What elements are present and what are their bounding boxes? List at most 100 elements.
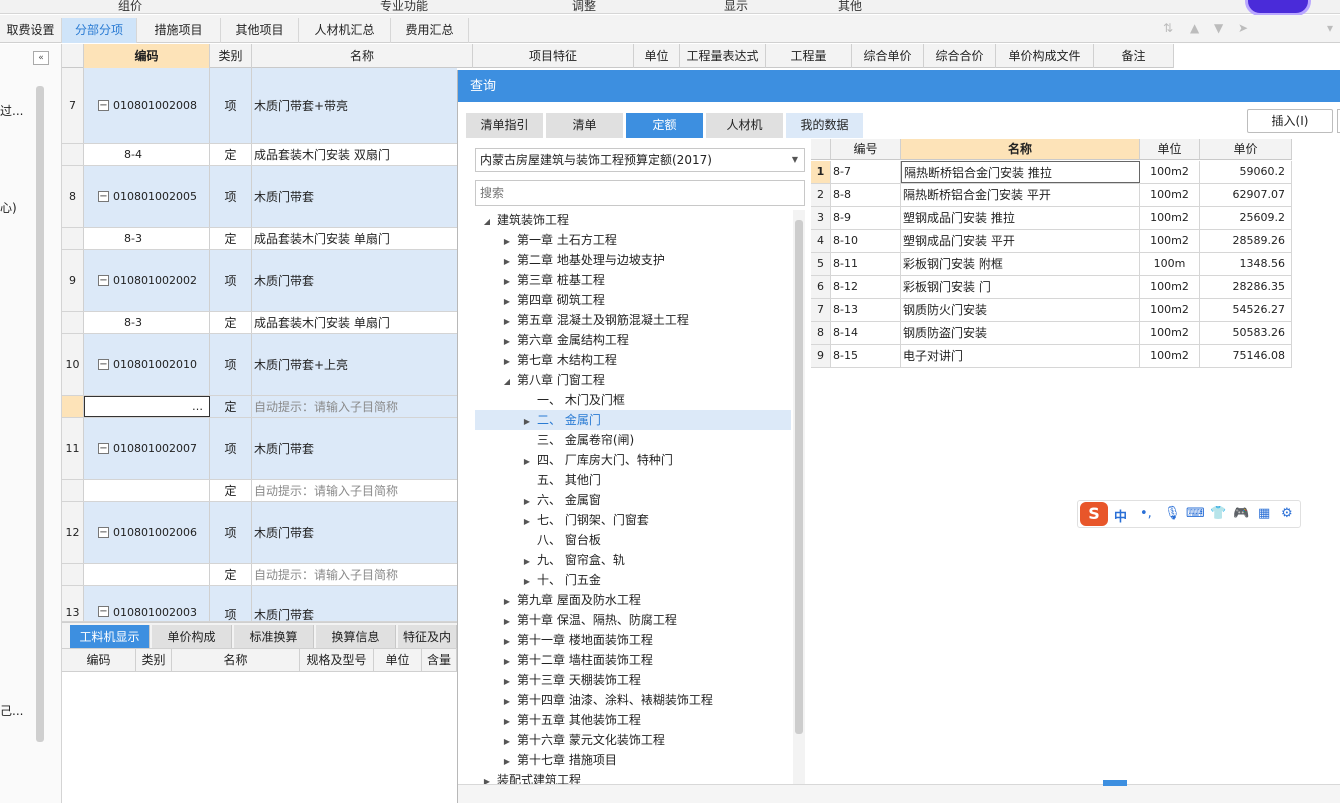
collapsed-arrow-icon[interactable]: ▶ — [521, 552, 533, 572]
result-row[interactable]: 5 8-11 彩板钢门安装 附框 100m 1348.56 — [811, 253, 1292, 276]
tree-node[interactable]: ▶ 第二章 地基处理与边坡支护 — [475, 250, 791, 270]
tree-scrollbar-thumb[interactable] — [795, 220, 803, 734]
bcol-type[interactable]: 类别 — [136, 649, 172, 671]
search-input[interactable] — [475, 180, 805, 206]
tab-division-items[interactable]: 分部分项 — [62, 18, 137, 43]
tree-node[interactable]: ▶ 四、 厂库房大门、特种门 — [475, 450, 791, 470]
collapse-icon[interactable]: − — [98, 100, 109, 111]
quota-library-select[interactable]: 内蒙古房屋建筑与装饰工程预算定额(2017) ▼ — [475, 148, 805, 172]
collapsed-arrow-icon[interactable]: ▶ — [501, 332, 513, 352]
result-row[interactable]: 8 8-14 钢质防盗门安装 100m2 50583.26 — [811, 322, 1292, 345]
tree-node[interactable]: ▶ 九、 窗帘盒、轨 — [475, 550, 791, 570]
more-icon[interactable]: ▾ — [1327, 21, 1339, 35]
tree-node[interactable]: ▶ 二、 金属门 — [475, 410, 791, 430]
bcol-unit[interactable]: 单位 — [374, 649, 422, 671]
table-row-active[interactable]: … 定 自动提示：请输入子目简称 — [62, 396, 457, 418]
rcol-name[interactable]: 名称 — [901, 139, 1140, 160]
table-row[interactable]: 9 −010801002002 项 木质门带套 — [62, 250, 457, 312]
send-icon[interactable]: ➤ — [1238, 21, 1250, 35]
collapsed-arrow-icon[interactable]: ▶ — [501, 692, 513, 712]
tab-labor-material-display[interactable]: 工料机显示 — [70, 625, 150, 649]
tab-labor-material[interactable]: 人材机 — [706, 113, 783, 138]
tab-my-data[interactable]: 我的数据 — [786, 113, 863, 138]
col-total-price[interactable]: 综合合价 — [924, 44, 996, 68]
col-qty-expression[interactable]: 工程量表达式 — [680, 44, 766, 68]
rcol-code[interactable]: 编号 — [831, 139, 901, 160]
collapsed-arrow-icon[interactable]: ▶ — [521, 512, 533, 532]
col-name[interactable]: 名称 — [252, 44, 473, 68]
tab-other-items[interactable]: 其他项目 — [221, 18, 299, 43]
result-row[interactable]: 9 8-15 电子对讲门 100m2 75146.08 — [811, 345, 1292, 368]
microphone-icon[interactable]: 🎙 — [1164, 506, 1181, 521]
tree-node[interactable]: ▶ 第十二章 墙柱面装饰工程 — [475, 650, 791, 670]
tab-conversion-info[interactable]: 换算信息 — [316, 625, 396, 649]
collapse-icon[interactable]: − — [98, 527, 109, 538]
tree-node[interactable]: ▶ 第十章 保温、隔热、防腐工程 — [475, 610, 791, 630]
table-row[interactable]: 13 −010801002003 项 木质门带套 — [62, 586, 457, 622]
tab-standard-conversion[interactable]: 标准换算 — [234, 625, 314, 649]
tree-node[interactable]: ▶ 第三章 桩基工程 — [475, 270, 791, 290]
tab-cost-summary[interactable]: 费用汇总 — [391, 18, 469, 43]
result-row[interactable]: 6 8-12 彩板钢门安装 门 100m2 28286.35 — [811, 276, 1292, 299]
collapsed-arrow-icon[interactable]: ▶ — [501, 712, 513, 732]
table-row[interactable]: 12 −010801002006 项 木质门带套 — [62, 502, 457, 564]
col-price-file[interactable]: 单价构成文件 — [996, 44, 1094, 68]
expanded-arrow-icon[interactable]: ◢ — [481, 212, 493, 232]
table-row[interactable]: 8-3 定 成品套装木门安装 单扇门 — [62, 312, 457, 334]
menu-adjust[interactable]: 调整 — [572, 0, 596, 14]
collapse-icon[interactable]: − — [98, 191, 109, 202]
tree-node[interactable]: 一、 木门及门框 — [475, 390, 791, 410]
table-row[interactable]: 8-3 定 成品套装木门安装 单扇门 — [62, 228, 457, 250]
bcol-content[interactable]: 含量 — [422, 649, 457, 671]
tree-node[interactable]: ▶ 六、 金属窗 — [475, 490, 791, 510]
tree-node[interactable]: ▶ 第四章 砌筑工程 — [475, 290, 791, 310]
collapsed-arrow-icon[interactable]: ▶ — [501, 732, 513, 752]
collapsed-arrow-icon[interactable]: ▶ — [521, 572, 533, 592]
ime-lang-toggle[interactable]: 中 — [1114, 506, 1127, 525]
sort-icon[interactable]: ⇅ — [1163, 21, 1175, 35]
collapsed-arrow-icon[interactable]: ▶ — [501, 292, 513, 312]
left-item-2[interactable]: 心) — [0, 199, 17, 216]
row-code-input[interactable]: … — [84, 396, 210, 417]
skin-icon[interactable]: 👕 — [1210, 506, 1226, 521]
expanded-arrow-icon[interactable]: ◢ — [501, 372, 513, 392]
collapsed-arrow-icon[interactable]: ▶ — [521, 412, 533, 432]
tab-bill-guide[interactable]: 清单指引 — [466, 113, 543, 138]
settings-gear-icon[interactable]: ⚙ — [1281, 506, 1293, 521]
table-row[interactable]: 10 −010801002010 项 木质门带套+上亮 — [62, 334, 457, 396]
table-row[interactable]: 8-4 定 成品套装木门安装 双扇门 — [62, 144, 457, 166]
result-row[interactable]: 2 8-8 隔热断桥铝合金门安装 平开 100m2 62907.07 — [811, 184, 1292, 207]
result-row[interactable]: 4 8-10 塑钢成品门安装 平开 100m2 28589.26 — [811, 230, 1292, 253]
tab-features[interactable]: 特征及内 — [398, 625, 457, 649]
tree-node[interactable]: ▶ 第十五章 其他装饰工程 — [475, 710, 791, 730]
tree-node[interactable]: ▶ 第六章 金属结构工程 — [475, 330, 791, 350]
col-type[interactable]: 类别 — [210, 44, 252, 68]
dialog-title[interactable]: 查询 — [458, 70, 1340, 102]
tree-node[interactable]: ◢ 第八章 门窗工程 — [475, 370, 791, 390]
collapsed-arrow-icon[interactable]: ▶ — [501, 232, 513, 252]
col-quantity[interactable]: 工程量 — [766, 44, 852, 68]
apps-grid-icon[interactable]: ▦ — [1258, 506, 1270, 521]
col-remark[interactable]: 备注 — [1094, 44, 1174, 68]
table-row[interactable]: 7 −010801002008 项 木质门带套+带亮 — [62, 68, 457, 144]
tree-node[interactable]: ◢ 建筑装饰工程 — [475, 210, 791, 230]
splitter-handle[interactable] — [1103, 780, 1127, 786]
tree-node[interactable]: 八、 窗台板 — [475, 530, 791, 550]
table-row[interactable]: 定 自动提示：请输入子目简称 — [62, 480, 457, 502]
insert-button[interactable]: 插入(I) — [1247, 109, 1333, 133]
collapsed-arrow-icon[interactable]: ▶ — [501, 272, 513, 292]
rcol-unit[interactable]: 单位 — [1140, 139, 1200, 160]
floating-orb-icon[interactable] — [1245, 0, 1311, 16]
collapsed-arrow-icon[interactable]: ▶ — [501, 312, 513, 332]
tab-quota[interactable]: 定额 — [626, 113, 703, 138]
left-item-3[interactable]: 己... — [0, 702, 23, 719]
menu-display[interactable]: 显示 — [724, 0, 748, 14]
collapsed-arrow-icon[interactable]: ▶ — [521, 492, 533, 512]
rcol-price[interactable]: 单价 — [1200, 139, 1292, 160]
move-up-icon[interactable]: ▲ — [1190, 21, 1202, 35]
tree-node[interactable]: ▶ 第十四章 油漆、涂料、裱糊装饰工程 — [475, 690, 791, 710]
collapsed-arrow-icon[interactable]: ▶ — [501, 612, 513, 632]
sogou-logo-icon[interactable]: S — [1080, 502, 1108, 526]
collapsed-arrow-icon[interactable]: ▶ — [501, 752, 513, 772]
menu-professional[interactable]: 专业功能 — [380, 0, 428, 14]
